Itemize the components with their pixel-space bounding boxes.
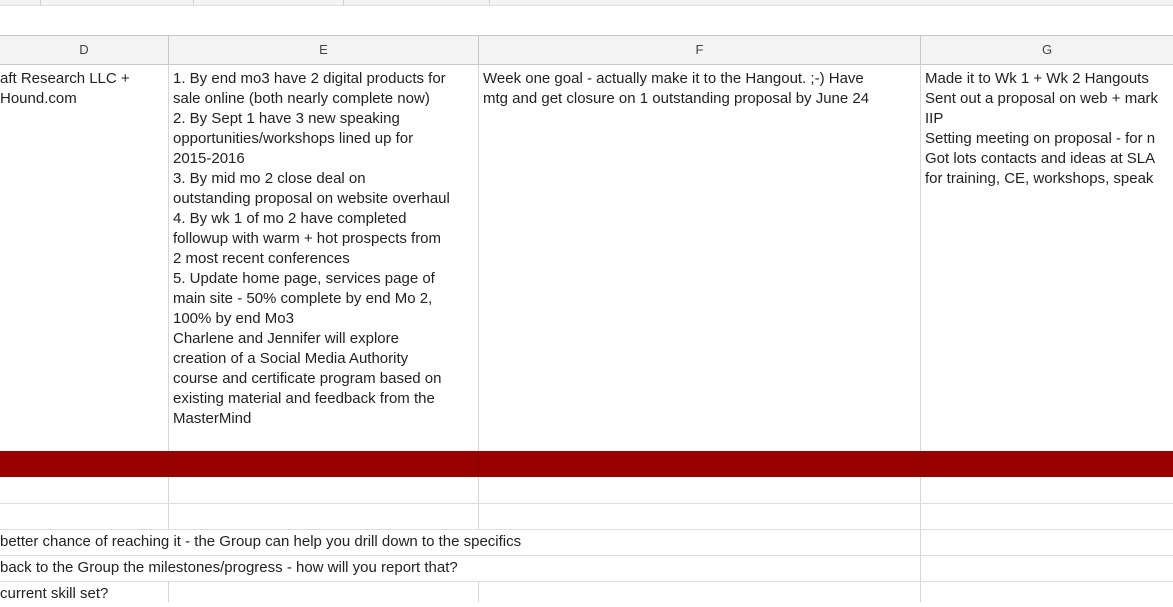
- cell-g-progress[interactable]: Made it to Wk 1 + Wk 2 Hangouts Sent out…: [921, 65, 1173, 451]
- cell-e-goals[interactable]: 1. By end mo3 have 2 digital products fo…: [169, 65, 478, 451]
- column-header-g[interactable]: G: [921, 36, 1173, 64]
- prompt-row-text[interactable]: better chance of reaching it - the Group…: [0, 529, 920, 555]
- toolbar-divider: [489, 0, 490, 5]
- cell-f-week-one-goal[interactable]: Week one goal - actually make it to the …: [479, 65, 920, 451]
- gridline: [920, 451, 921, 477]
- gridline: [920, 477, 921, 602]
- sheet-grid: aft Research LLC + Hound.com 1. By end m…: [0, 65, 1173, 602]
- column-header-d[interactable]: D: [0, 36, 169, 64]
- gridline: [478, 581, 479, 602]
- cell-d-company[interactable]: aft Research LLC + Hound.com: [0, 65, 168, 451]
- gridline: [168, 451, 169, 477]
- formula-bar[interactable]: [0, 6, 1173, 36]
- column-header-e[interactable]: E: [169, 36, 479, 64]
- prompt-row-text[interactable]: current skill set?: [0, 581, 168, 607]
- column-header-f[interactable]: F: [479, 36, 921, 64]
- gridline: [0, 503, 1173, 504]
- column-header-row: D E F G: [0, 36, 1173, 65]
- gridline: [168, 581, 169, 602]
- separator-row: [0, 451, 1173, 477]
- gridline: [0, 581, 1173, 582]
- gridline: [478, 451, 479, 477]
- toolbar-divider: [193, 0, 194, 5]
- toolbar-divider: [343, 0, 344, 5]
- toolbar-divider: [40, 0, 41, 5]
- prompt-row-text[interactable]: back to the Group the milestones/progres…: [0, 555, 920, 581]
